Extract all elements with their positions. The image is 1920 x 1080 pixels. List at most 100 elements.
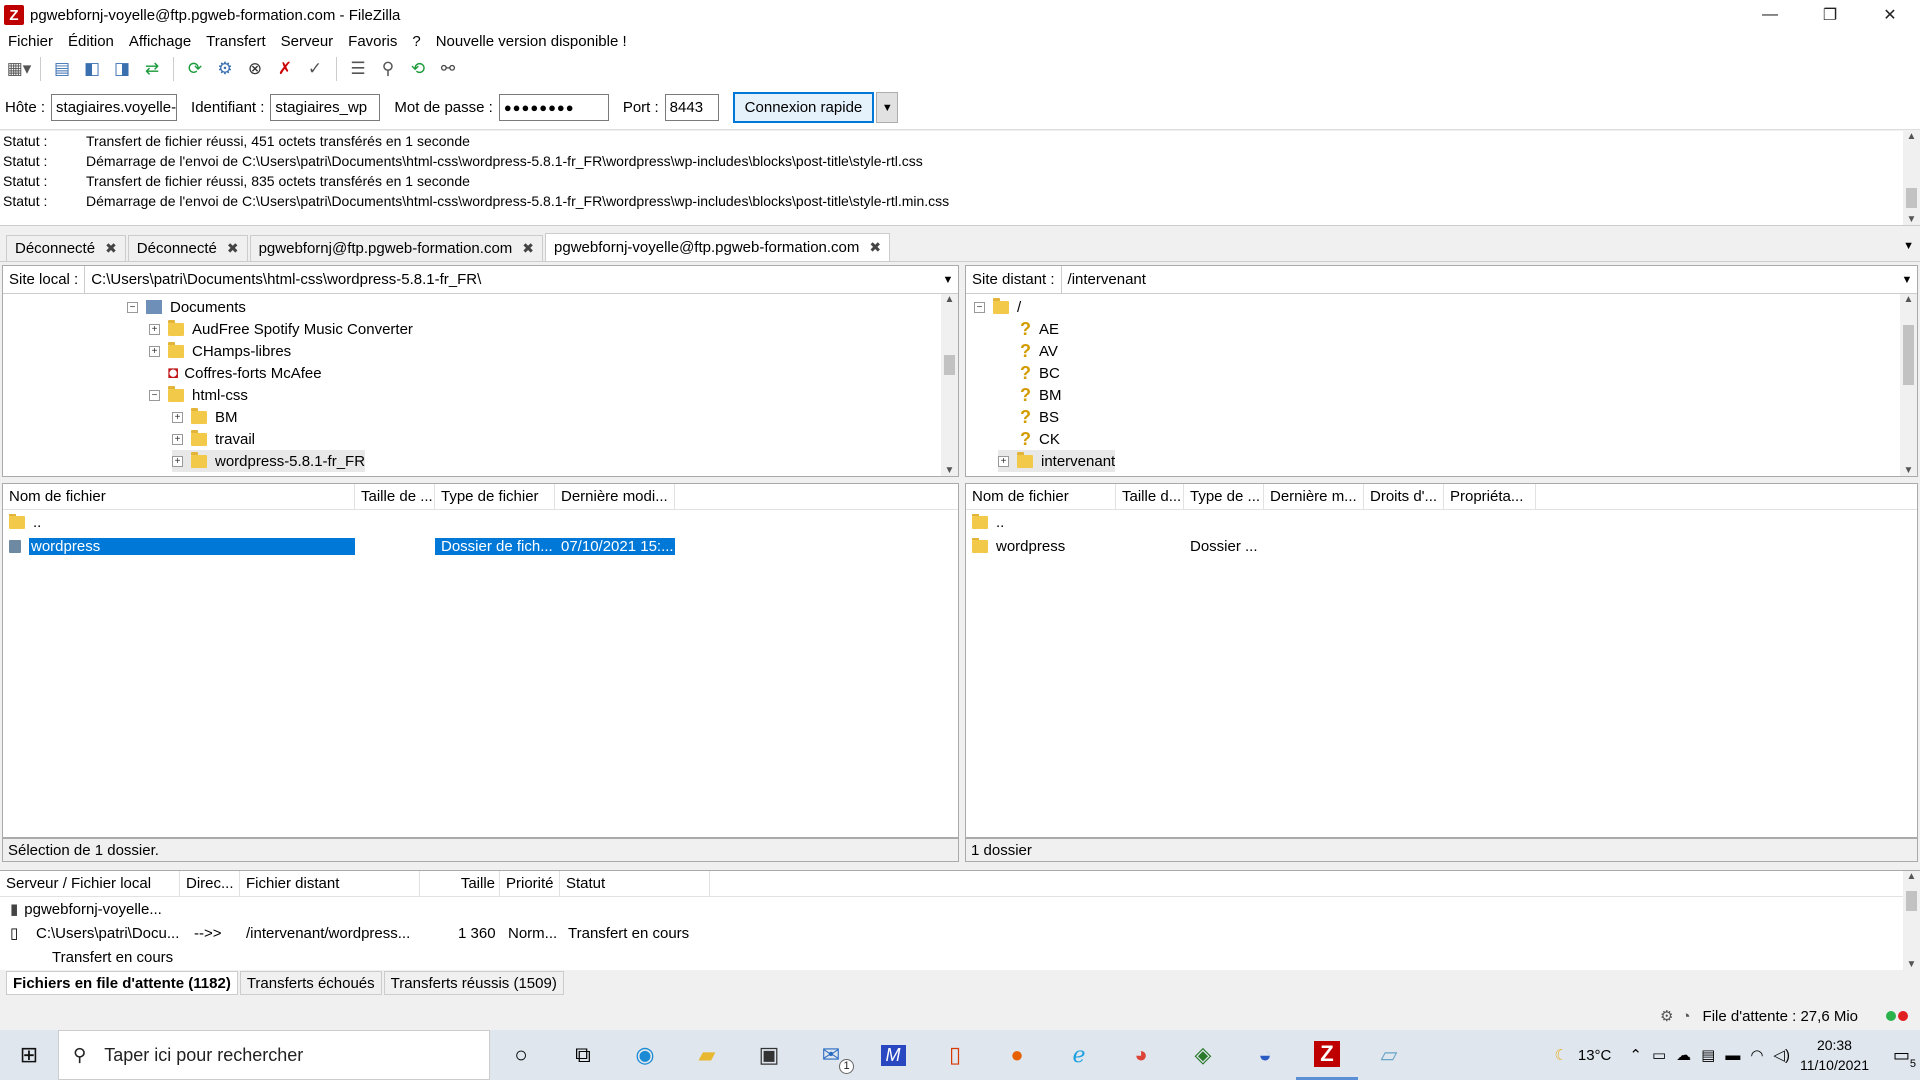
tree-item-champs-libres[interactable]: + CHamps-libres	[149, 340, 291, 362]
close-icon[interactable]: ✖	[105, 240, 117, 257]
disconnect-icon[interactable]: ✗	[272, 56, 298, 82]
tab-disconnected-1[interactable]: Déconnecté ✖	[6, 235, 126, 261]
toggle-remote-tree-icon[interactable]: ◨	[109, 56, 135, 82]
tree-item-ck[interactable]: ? CK	[1020, 428, 1060, 450]
tab-pgwebfornj-voyelle[interactable]: pgwebfornj-voyelle@ftp.pgweb-formation.c…	[545, 233, 891, 261]
local-tree-scrollbar[interactable]: ▲ ▼	[941, 294, 958, 476]
scroll-up-icon[interactable]: ▲	[1904, 294, 1914, 305]
column-status[interactable]: Statut	[560, 871, 710, 896]
column-owner[interactable]: Propriéta...	[1444, 484, 1536, 509]
menu-help[interactable]: ?	[412, 33, 420, 50]
close-button[interactable]: ✕	[1860, 0, 1920, 30]
cancel-icon[interactable]: ⊗	[242, 56, 268, 82]
column-type[interactable]: Type de fichier	[435, 484, 555, 509]
collapse-icon[interactable]: −	[149, 389, 160, 401]
tree-item-bm[interactable]: + BM	[172, 406, 238, 428]
user-input[interactable]: stagiaires_wp	[270, 94, 381, 121]
tree-item-wordpress-fr[interactable]: + wordpress-5.8.1-fr_FR	[172, 450, 366, 472]
chevron-down-icon[interactable]: ▼	[938, 274, 958, 286]
store-icon[interactable]: ▣	[738, 1030, 800, 1080]
scroll-up-icon[interactable]: ▲	[1907, 871, 1917, 882]
process-queue-icon[interactable]: ⚙	[212, 56, 238, 82]
tab-queued-files[interactable]: Fichiers en file d'attente (1182)	[6, 971, 238, 995]
mail-icon[interactable]: ✉ 1	[800, 1030, 862, 1080]
filezilla-taskbar-icon[interactable]: Z	[1296, 1030, 1358, 1080]
tab-disconnected-2[interactable]: Déconnecté ✖	[127, 235, 248, 261]
queue-scrollbar[interactable]: ▲ ▼	[1903, 871, 1920, 970]
chevron-down-icon[interactable]: ▼	[1897, 274, 1917, 286]
queue-server-row[interactable]: ▮ pgwebfornj-voyelle...	[0, 897, 1920, 921]
menu-fichier[interactable]: Fichier	[8, 33, 53, 50]
tree-item-audfree[interactable]: + AudFree Spotify Music Converter	[149, 318, 413, 340]
search-icon[interactable]: ⚯	[435, 56, 461, 82]
clock[interactable]: 20:38 11/10/2021	[1800, 1035, 1869, 1075]
tab-pgwebfornj[interactable]: pgwebfornj@ftp.pgweb-formation.com ✖	[249, 235, 544, 261]
column-type[interactable]: Type de ...	[1184, 484, 1264, 509]
collapse-icon[interactable]: −	[974, 301, 985, 313]
column-modified[interactable]: Dernière m...	[1264, 484, 1364, 509]
close-icon[interactable]: ✖	[522, 240, 534, 257]
menu-new-version[interactable]: Nouvelle version disponible !	[436, 33, 627, 50]
column-filename[interactable]: Nom de fichier	[966, 484, 1116, 509]
weather-icon[interactable]: ☾	[1554, 1046, 1567, 1064]
tree-item-mcafee[interactable]: ◘ Coffres-forts McAfee	[168, 362, 322, 384]
toggle-log-icon[interactable]: ▤	[49, 56, 75, 82]
meet-now-icon[interactable]: ▭	[1652, 1046, 1666, 1064]
tabs-menu-icon[interactable]: ▼	[1903, 240, 1914, 252]
taskbar-search[interactable]: ⚲ Taper ici pour rechercher	[58, 1030, 490, 1080]
internet-explorer-icon[interactable]: ℯ	[1048, 1030, 1110, 1080]
compare-icon[interactable]: ⚲	[375, 56, 401, 82]
firefox-icon[interactable]: ●	[986, 1030, 1048, 1080]
column-priority[interactable]: Priorité	[500, 871, 560, 896]
tree-item-html-css[interactable]: − html-css	[149, 384, 248, 406]
menu-serveur[interactable]: Serveur	[281, 33, 334, 50]
column-modified[interactable]: Dernière modi...	[555, 484, 675, 509]
speed-limit-icon[interactable]: ◔	[1681, 1008, 1690, 1025]
expand-icon[interactable]: +	[172, 455, 183, 467]
scroll-down-icon[interactable]: ▼	[945, 465, 955, 476]
site-manager-icon[interactable]: ▦▾	[6, 56, 32, 82]
close-icon[interactable]: ✖	[869, 239, 881, 256]
edge-icon[interactable]: ◉	[614, 1030, 676, 1080]
cortana-icon[interactable]: ○	[490, 1030, 552, 1080]
tab-successful-transfers[interactable]: Transferts réussis (1509)	[383, 971, 564, 995]
column-filename[interactable]: Nom de fichier	[3, 484, 355, 509]
scroll-down-icon[interactable]: ▼	[1907, 214, 1917, 225]
scroll-down-icon[interactable]: ▼	[1907, 959, 1917, 970]
task-view-icon[interactable]: ⧉	[552, 1030, 614, 1080]
local-path-input[interactable]: C:\Users\patri\Documents\html-css\wordpr…	[85, 271, 938, 288]
expand-icon[interactable]: +	[172, 433, 183, 445]
directory-filter-icon[interactable]: ☰	[345, 56, 371, 82]
menu-edition[interactable]: Édition	[68, 33, 114, 50]
tree-item-documents[interactable]: − Documents	[127, 296, 246, 318]
menu-transfert[interactable]: Transfert	[206, 33, 265, 50]
tab-failed-transfers[interactable]: Transferts échoués	[239, 971, 382, 995]
scroll-thumb[interactable]	[944, 355, 955, 375]
volume-icon[interactable]: ◁)	[1773, 1046, 1790, 1064]
column-direction[interactable]: Direc...	[180, 871, 240, 896]
minimize-button[interactable]: —	[1740, 0, 1800, 30]
tree-item-intervenant[interactable]: + intervenant	[998, 450, 1116, 472]
tree-item-av[interactable]: ? AV	[1020, 340, 1058, 362]
port-input[interactable]: 8443	[664, 94, 719, 121]
log-scrollbar[interactable]: ▲ ▼	[1903, 131, 1920, 225]
quickconnect-dropdown-button[interactable]: ▼	[876, 92, 899, 123]
menu-favoris[interactable]: Favoris	[348, 33, 397, 50]
office-icon[interactable]: ▯	[924, 1030, 986, 1080]
column-size[interactable]: Taille de ...	[355, 484, 435, 509]
reconnect-icon[interactable]: ✓	[302, 56, 328, 82]
chrome-icon[interactable]: ◕	[1110, 1030, 1172, 1080]
maximize-button[interactable]: ❐	[1800, 0, 1860, 30]
expand-icon[interactable]: +	[149, 345, 160, 357]
scroll-up-icon[interactable]: ▲	[945, 294, 955, 305]
battery-icon[interactable]: ▬	[1725, 1047, 1740, 1064]
close-icon[interactable]: ✖	[227, 240, 239, 257]
column-size[interactable]: Taille d...	[1116, 484, 1184, 509]
scroll-thumb[interactable]	[1906, 188, 1917, 208]
password-input[interactable]: ●●●●●●●●	[498, 94, 609, 121]
wifi-icon[interactable]: ◠	[1750, 1046, 1763, 1064]
visual-studio-icon[interactable]: M	[862, 1030, 924, 1080]
remote-tree-scrollbar[interactable]: ▲ ▼	[1900, 294, 1917, 476]
chevron-up-icon[interactable]: ⌃	[1629, 1046, 1642, 1064]
refresh-icon[interactable]: ⟳	[182, 56, 208, 82]
